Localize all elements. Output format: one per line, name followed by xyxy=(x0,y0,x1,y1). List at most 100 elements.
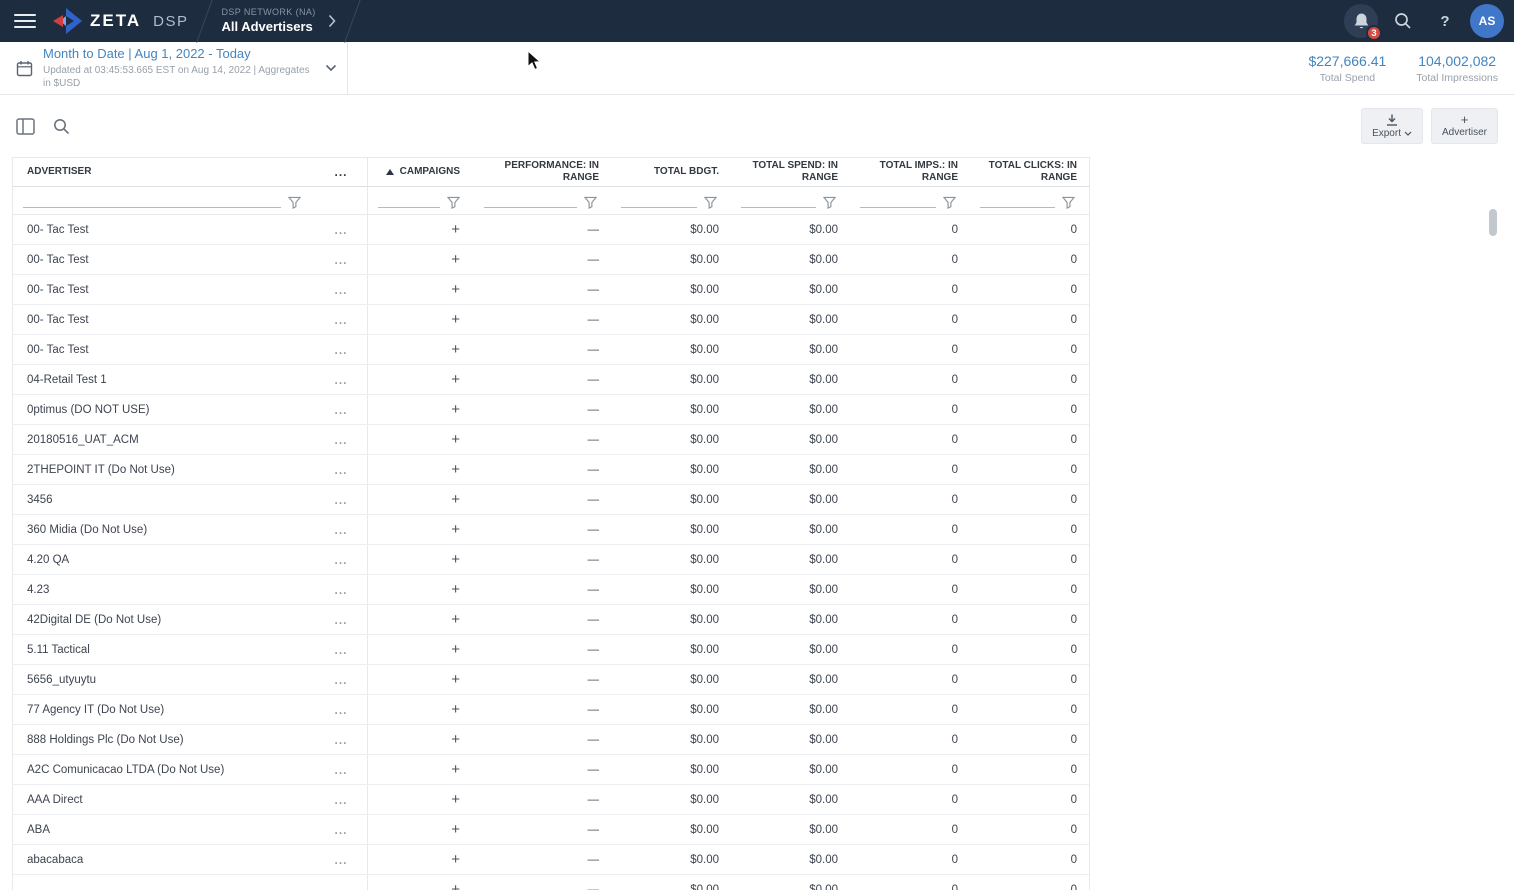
table-row[interactable]: 20180516_UAT_ACM ... + — $0.00 $0.00 0 0 xyxy=(13,425,1089,455)
filter-funnel-icon[interactable] xyxy=(584,196,597,209)
expand-campaigns-button[interactable]: + xyxy=(368,491,474,508)
filter-funnel-icon[interactable] xyxy=(823,196,836,209)
expand-campaigns-button[interactable]: + xyxy=(368,641,474,658)
table-row[interactable]: 00- Tac Test ... + — $0.00 $0.00 0 0 xyxy=(13,215,1089,245)
row-menu-button[interactable]: ... xyxy=(315,545,368,574)
table-row[interactable]: 00- Tac Test ... + — $0.00 $0.00 0 0 xyxy=(13,335,1089,365)
row-menu-button[interactable]: ... xyxy=(315,335,368,364)
column-header-campaigns[interactable]: CAMPAIGNS xyxy=(368,166,474,179)
table-row[interactable]: 04-Retail Test 1 ... + — $0.00 $0.00 0 0 xyxy=(13,365,1089,395)
column-header-budget[interactable]: TOTAL BDGT. xyxy=(611,166,731,179)
row-menu-button[interactable]: ... xyxy=(315,875,368,890)
row-menu-button[interactable]: ... xyxy=(315,725,368,754)
table-row[interactable]: 3456 ... + — $0.00 $0.00 0 0 xyxy=(13,485,1089,515)
table-row[interactable]: 360 Midia (Do Not Use) ... + — $0.00 $0.… xyxy=(13,515,1089,545)
row-menu-button[interactable]: ... xyxy=(315,395,368,424)
row-menu-button[interactable]: ... xyxy=(315,665,368,694)
row-menu-button[interactable]: ... xyxy=(315,245,368,274)
expand-campaigns-button[interactable]: + xyxy=(368,821,474,838)
row-menu-button[interactable]: ... xyxy=(315,635,368,664)
table-row[interactable]: 4.20 QA ... + — $0.00 $0.00 0 0 xyxy=(13,545,1089,575)
hamburger-menu-icon[interactable] xyxy=(14,14,36,28)
expand-campaigns-button[interactable]: + xyxy=(368,251,474,268)
row-menu-button[interactable]: ... xyxy=(315,785,368,814)
filter-funnel-icon[interactable] xyxy=(447,196,460,209)
column-header-performance[interactable]: PERFORMANCE: IN RANGE xyxy=(474,160,611,185)
row-menu-button[interactable]: ... xyxy=(315,215,368,244)
table-row[interactable]: 00- Tac Test ... + — $0.00 $0.00 0 0 xyxy=(13,305,1089,335)
filter-input-clicks[interactable] xyxy=(980,195,1055,208)
table-row[interactable]: A2C Comunicacao LTDA (Do Not Use) ... + … xyxy=(13,755,1089,785)
date-range-selector[interactable]: Month to Date | Aug 1, 2022 - Today Upda… xyxy=(0,42,348,94)
expand-campaigns-button[interactable]: + xyxy=(368,431,474,448)
table-row[interactable]: ... + — $0.00 $0.00 0 0 xyxy=(13,875,1089,890)
row-menu-button[interactable]: ... xyxy=(315,695,368,724)
expand-campaigns-button[interactable]: + xyxy=(368,671,474,688)
chevron-right-icon[interactable] xyxy=(328,14,336,28)
table-row[interactable]: ABA ... + — $0.00 $0.00 0 0 xyxy=(13,815,1089,845)
expand-campaigns-button[interactable]: + xyxy=(368,611,474,628)
table-row[interactable]: 42Digital DE (Do Not Use) ... + — $0.00 … xyxy=(13,605,1089,635)
search-button[interactable] xyxy=(1386,4,1420,38)
table-row[interactable]: 4.23 ... + — $0.00 $0.00 0 0 xyxy=(13,575,1089,605)
help-button[interactable]: ? xyxy=(1428,4,1462,38)
column-header-impressions[interactable]: TOTAL IMPS.: IN RANGE xyxy=(850,160,970,185)
row-menu-button[interactable]: ... xyxy=(315,575,368,604)
user-avatar[interactable]: AS xyxy=(1470,4,1504,38)
expand-campaigns-button[interactable]: + xyxy=(368,881,474,890)
vertical-scrollbar-thumb[interactable] xyxy=(1489,209,1497,236)
breadcrumb[interactable]: DSP NETWORK (NA) All Advertisers xyxy=(221,7,315,34)
column-header-advertiser[interactable]: ADVERTISER xyxy=(13,166,315,179)
notifications-button[interactable]: 3 xyxy=(1344,4,1382,41)
filter-funnel-icon[interactable] xyxy=(943,196,956,209)
column-header-clicks[interactable]: TOTAL CLICKS: IN RANGE xyxy=(970,160,1089,185)
table-row[interactable]: 0ptimus (DO NOT USE) ... + — $0.00 $0.00… xyxy=(13,395,1089,425)
export-button[interactable]: Export xyxy=(1361,108,1423,144)
row-menu-button[interactable]: ... xyxy=(315,755,368,784)
row-menu-button[interactable]: ... xyxy=(315,275,368,304)
filter-funnel-icon[interactable] xyxy=(288,196,301,209)
expand-campaigns-button[interactable]: + xyxy=(368,731,474,748)
expand-campaigns-button[interactable]: + xyxy=(368,791,474,808)
filter-input-spend[interactable] xyxy=(741,195,816,208)
table-row[interactable]: abacabaca ... + — $0.00 $0.00 0 0 xyxy=(13,845,1089,875)
expand-campaigns-button[interactable]: + xyxy=(368,311,474,328)
column-settings-button[interactable] xyxy=(16,117,35,135)
table-row[interactable]: AAA Direct ... + — $0.00 $0.00 0 0 xyxy=(13,785,1089,815)
column-header-spend[interactable]: TOTAL SPEND: IN RANGE xyxy=(731,160,850,185)
filter-input-impressions[interactable] xyxy=(860,195,936,208)
expand-campaigns-button[interactable]: + xyxy=(368,581,474,598)
filter-input-performance[interactable] xyxy=(484,195,577,208)
table-row[interactable]: 00- Tac Test ... + — $0.00 $0.00 0 0 xyxy=(13,275,1089,305)
expand-campaigns-button[interactable]: + xyxy=(368,521,474,538)
add-advertiser-button[interactable]: + Advertiser xyxy=(1430,108,1498,144)
expand-campaigns-button[interactable]: + xyxy=(368,461,474,478)
row-menu-button[interactable]: ... xyxy=(315,605,368,634)
filter-input-advertiser[interactable] xyxy=(23,195,281,208)
table-row[interactable]: 00- Tac Test ... + — $0.00 $0.00 0 0 xyxy=(13,245,1089,275)
expand-campaigns-button[interactable]: + xyxy=(368,221,474,238)
expand-campaigns-button[interactable]: + xyxy=(368,761,474,778)
row-menu-button[interactable]: ... xyxy=(315,365,368,394)
table-row[interactable]: 5.11 Tactical ... + — $0.00 $0.00 0 0 xyxy=(13,635,1089,665)
expand-campaigns-button[interactable]: + xyxy=(368,281,474,298)
table-row[interactable]: 888 Holdings Plc (Do Not Use) ... + — $0… xyxy=(13,725,1089,755)
column-header-row-menu[interactable]: ... xyxy=(315,158,368,186)
row-menu-button[interactable]: ... xyxy=(315,425,368,454)
row-menu-button[interactable]: ... xyxy=(315,515,368,544)
row-menu-button[interactable]: ... xyxy=(315,455,368,484)
table-search-button[interactable] xyxy=(53,118,70,135)
expand-campaigns-button[interactable]: + xyxy=(368,401,474,418)
row-menu-button[interactable]: ... xyxy=(315,815,368,844)
expand-campaigns-button[interactable]: + xyxy=(368,551,474,568)
row-menu-button[interactable]: ... xyxy=(315,305,368,334)
filter-input-campaigns[interactable] xyxy=(378,195,440,208)
expand-campaigns-button[interactable]: + xyxy=(368,341,474,358)
expand-campaigns-button[interactable]: + xyxy=(368,701,474,718)
expand-campaigns-button[interactable]: + xyxy=(368,851,474,868)
row-menu-button[interactable]: ... xyxy=(315,485,368,514)
table-row[interactable]: 5656_utyuytu ... + — $0.00 $0.00 0 0 xyxy=(13,665,1089,695)
filter-input-budget[interactable] xyxy=(621,195,697,208)
filter-funnel-icon[interactable] xyxy=(1062,196,1075,209)
table-row[interactable]: 77 Agency IT (Do Not Use) ... + — $0.00 … xyxy=(13,695,1089,725)
